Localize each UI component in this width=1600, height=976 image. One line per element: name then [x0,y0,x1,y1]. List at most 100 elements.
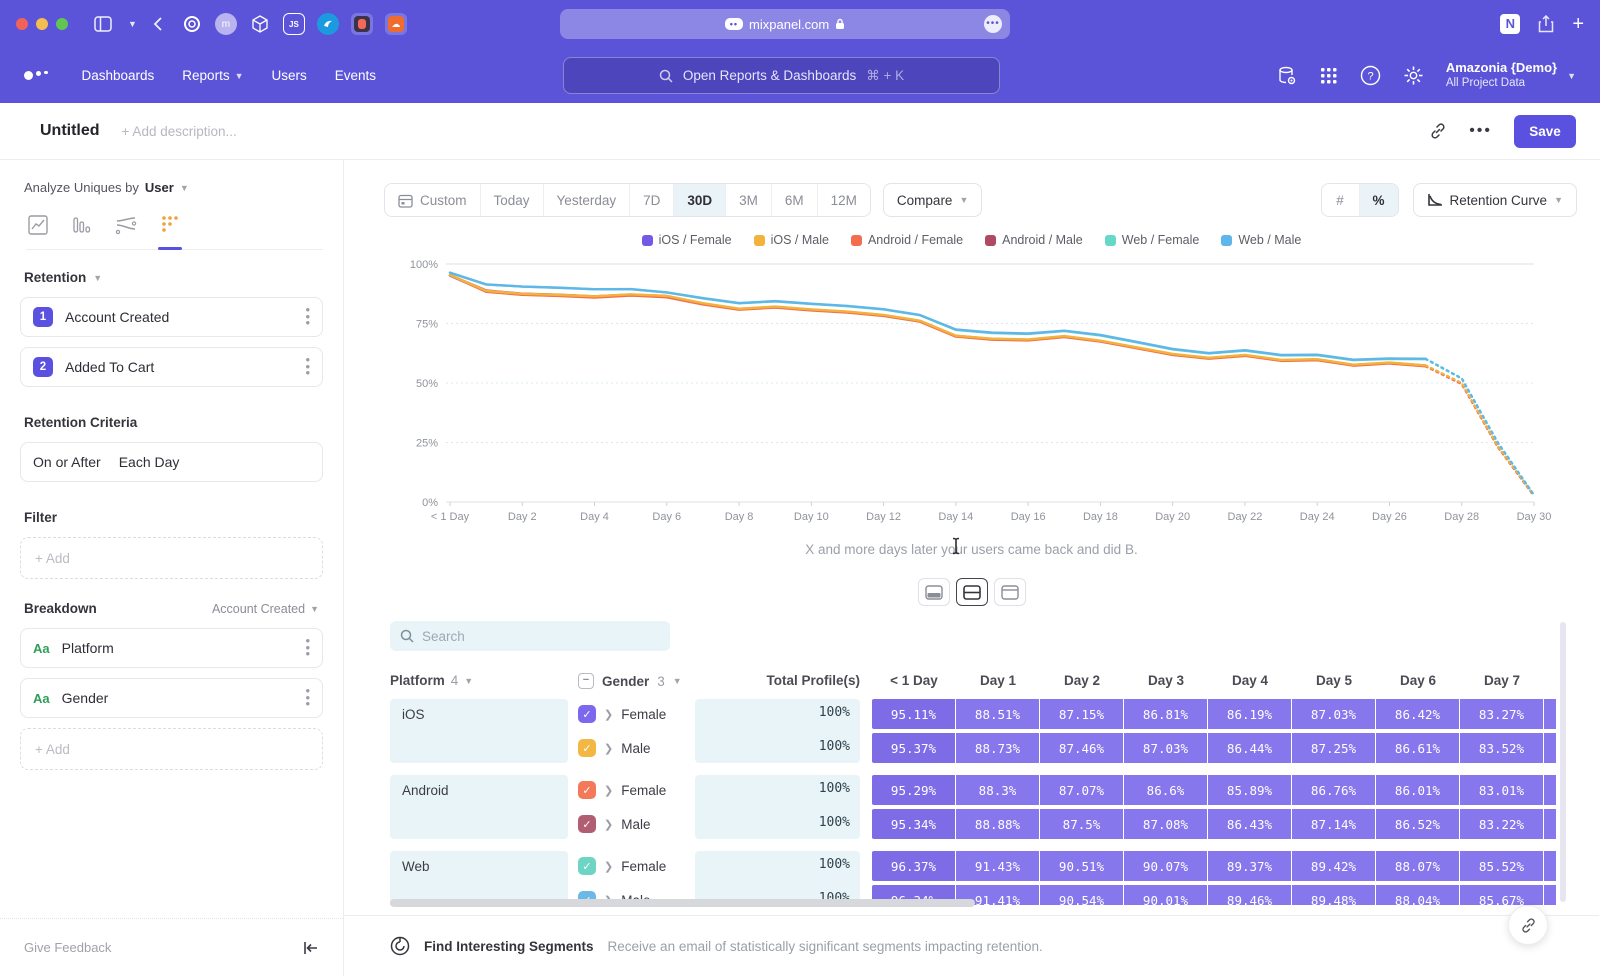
retention-cell[interactable]: 83.52% [1460,733,1543,763]
nav-users[interactable]: Users [272,68,307,83]
data-management-icon[interactable] [1276,65,1298,87]
column-day-4[interactable]: Day 4 [1208,673,1292,688]
minimize-window-button[interactable] [36,18,48,30]
retention-cell[interactable]: 88.3% [956,775,1039,805]
column-day-1[interactable]: Day 1 [956,673,1040,688]
unit-percent-button[interactable]: % [1360,184,1398,216]
series-checkbox[interactable]: ✓ [578,781,596,799]
kebab-menu-icon[interactable]: ••• [305,357,310,377]
retention-cell[interactable]: 86.43% [1208,809,1291,839]
share-link-button[interactable] [1508,905,1548,945]
criteria-on-or-after[interactable]: On or After [33,454,101,470]
kebab-menu-icon[interactable]: ••• [305,688,310,708]
kebab-menu-icon[interactable]: ••• [305,307,310,327]
unit-number-button[interactable]: # [1322,184,1360,216]
retention-cell[interactable]: 83.22% [1460,809,1543,839]
column-platform[interactable]: Platform4▼ [390,673,473,688]
retention-cell[interactable]: 86.19% [1208,699,1291,729]
retention-cell[interactable] [1544,775,1556,805]
new-tab-icon[interactable]: + [1572,13,1584,36]
retention-cell[interactable] [1544,885,1556,905]
platform-cell[interactable]: iOS [390,699,568,763]
chart-type-dropdown[interactable]: Retention Curve▼ [1413,183,1577,217]
breakdown-scope-selector[interactable]: Account Created▼ [212,602,319,616]
column-day-2[interactable]: Day 2 [1040,673,1124,688]
retention-cell[interactable]: 85.52% [1460,851,1543,881]
retention-cell[interactable]: 90.54% [1040,885,1123,905]
collapse-sidebar-icon[interactable] [303,941,319,955]
layout-split-button[interactable] [956,578,988,606]
retention-section-header[interactable]: Retention▼ [24,270,319,285]
expand-chevron-icon[interactable]: ❯ [604,860,613,873]
close-window-button[interactable] [16,18,28,30]
table-search[interactable] [390,621,670,651]
series-checkbox[interactable]: ✓ [578,739,596,757]
global-search[interactable]: Open Reports & Dashboards ⌘ + K [563,57,1000,94]
retention-cell[interactable]: 95.11% [872,699,955,729]
report-title[interactable]: Untitled [40,122,100,140]
retention-cell[interactable]: 83.01% [1460,775,1543,805]
retention-cell[interactable]: 86.6% [1124,775,1207,805]
legend-item[interactable]: iOS / Female [642,233,732,247]
retention-cell[interactable]: 89.42% [1292,851,1375,881]
retention-cell[interactable]: 90.51% [1040,851,1123,881]
series-checkbox[interactable]: ✓ [578,815,596,833]
column-day-7[interactable]: Day 7 [1460,673,1544,688]
legend-item[interactable]: Android / Female [851,233,963,247]
retention-cell[interactable]: 87.07% [1040,775,1123,805]
ring-extension-icon[interactable] [181,13,203,35]
retention-cell[interactable]: 95.34% [872,809,955,839]
nav-dashboards[interactable]: Dashboards [82,68,155,83]
m-extension-icon[interactable]: m [215,13,237,35]
retention-cell[interactable]: 96.37% [872,851,955,881]
legend-item[interactable]: Android / Male [985,233,1083,247]
column-day-3[interactable]: Day 3 [1124,673,1208,688]
retention-cell[interactable]: 87.46% [1040,733,1123,763]
window-controls[interactable] [16,18,68,30]
retention-cell[interactable]: 87.03% [1292,699,1375,729]
browser-sidebar-icon[interactable] [94,16,112,32]
retention-cell[interactable]: 88.07% [1376,851,1459,881]
chevron-down-icon[interactable]: ▼ [128,19,137,29]
retention-step-1[interactable]: 1 Account Created ••• [20,297,323,337]
url-more-icon[interactable]: ••• [984,15,1002,33]
retention-cell[interactable]: 87.15% [1040,699,1123,729]
project-switcher[interactable]: Amazonia {Demo} All Project Data ▼ [1446,60,1576,91]
range-3m[interactable]: 3M [726,184,772,216]
kebab-menu-icon[interactable]: ••• [305,638,310,658]
retention-cell[interactable]: 88.51% [956,699,1039,729]
apps-grid-icon[interactable] [1320,67,1338,85]
retention-step-2[interactable]: 2 Added To Cart ••• [20,347,323,387]
expand-chevron-icon[interactable]: ❯ [604,818,613,831]
retention-cell[interactable]: 95.37% [872,733,955,763]
criteria-each-day[interactable]: Each Day [119,454,180,470]
expand-chevron-icon[interactable]: ❯ [604,708,613,721]
retention-criteria-card[interactable]: On or After Each Day [20,442,323,482]
retention-cell[interactable]: 91.43% [956,851,1039,881]
cloud-extension-icon[interactable]: ☁ [385,13,407,35]
retention-cell[interactable]: 90.01% [1124,885,1207,905]
retention-cell[interactable] [1544,851,1556,881]
address-bar[interactable]: •• mixpanel.com ••• [560,9,1010,39]
retention-cell[interactable]: 89.48% [1292,885,1375,905]
back-icon[interactable] [153,17,163,31]
nav-reports[interactable]: Reports▼ [182,68,243,83]
segments-title[interactable]: Find Interesting Segments [424,939,594,954]
retention-cell[interactable]: 87.03% [1124,733,1207,763]
retention-cell[interactable]: 83.27% [1460,699,1543,729]
tab-flows[interactable] [114,213,138,237]
retention-cell[interactable]: 87.5% [1040,809,1123,839]
retention-cell[interactable]: 87.08% [1124,809,1207,839]
retention-cell[interactable]: 88.04% [1376,885,1459,905]
give-feedback-link[interactable]: Give Feedback [24,940,111,955]
retention-cell[interactable]: 85.67% [1460,885,1543,905]
legend-item[interactable]: Web / Male [1221,233,1301,247]
horizontal-scrollbar[interactable] [390,899,975,907]
breakdown-platform[interactable]: Aa Platform ••• [20,628,323,668]
retention-cell[interactable] [1544,699,1556,729]
analyze-uniques-row[interactable]: Analyze Uniques by User ▼ [20,180,323,195]
platform-cell[interactable]: Android [390,775,568,839]
retention-cell[interactable]: 89.46% [1208,885,1291,905]
range-today[interactable]: Today [481,184,544,216]
retention-cell[interactable]: 86.81% [1124,699,1207,729]
